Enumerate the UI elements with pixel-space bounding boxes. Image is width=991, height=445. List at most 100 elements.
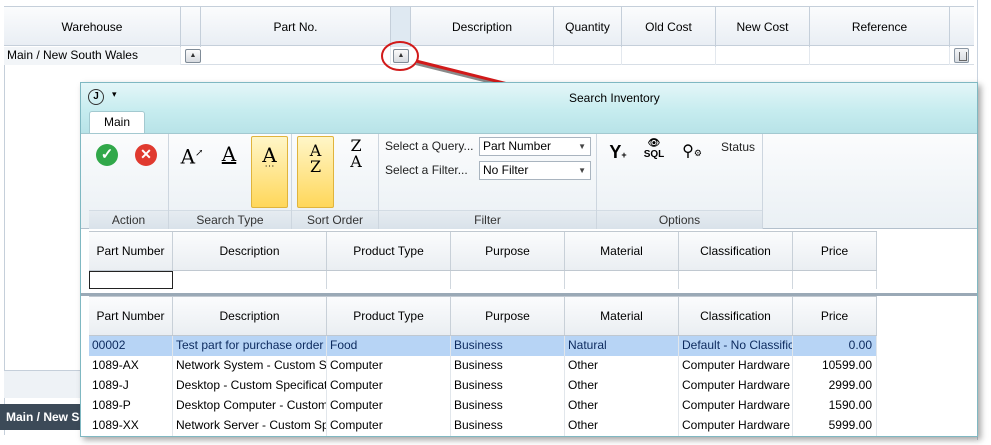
ribbon-tabs: Main	[81, 111, 977, 133]
cell-classification: Default - No Classificati	[679, 336, 793, 356]
group-options: Y+ 👁 SQL ⚲⚙ Status Options	[597, 134, 763, 229]
group-sort-order: AZ ZA Sort Order	[292, 134, 379, 229]
cell-material: Other	[565, 376, 679, 396]
filter-col-description[interactable]: Description	[173, 232, 327, 270]
col-label: Reference	[851, 20, 908, 34]
results-grid-header: Part Number Description Product Type Pur…	[89, 296, 877, 336]
app-logo-icon[interactable]: J	[88, 89, 104, 105]
search-settings-icon[interactable]: ⚲⚙	[679, 140, 705, 166]
cell-description: Desktop Computer - Custom Sp	[173, 396, 327, 416]
col-warehouse[interactable]: Warehouse	[4, 7, 181, 47]
material-filter-input[interactable]	[565, 271, 679, 289]
description-cell[interactable]	[411, 47, 554, 65]
group-label: Options	[597, 210, 762, 229]
col-reference[interactable]: Reference	[810, 7, 950, 47]
col-part-no[interactable]: Part No.	[201, 7, 391, 47]
cancel-icon: ✕	[135, 144, 157, 166]
col-description[interactable]: Description	[173, 297, 327, 335]
quick-access-dropdown-icon[interactable]: ▾	[112, 89, 117, 100]
sql-view-icon: 👁	[647, 138, 661, 149]
part-no-cell[interactable]	[201, 47, 391, 65]
filter-col-product-type[interactable]: Product Type	[327, 232, 451, 270]
col-quantity[interactable]: Quantity	[554, 7, 622, 47]
table-row[interactable]: 1089-J Desktop - Custom Specifications C…	[89, 376, 877, 396]
cell-description: Network System - Custom Specif	[173, 356, 327, 376]
filter-col-part-number[interactable]: Part Number	[89, 232, 173, 270]
classification-filter-input[interactable]	[679, 271, 793, 289]
col-purpose[interactable]: Purpose	[451, 297, 565, 335]
col-gap	[391, 7, 411, 47]
filter-col-price[interactable]: Price	[793, 232, 877, 270]
col-label: Old Cost	[645, 20, 692, 34]
cell-price: 1590.00	[793, 396, 877, 416]
purpose-filter-input[interactable]	[451, 271, 565, 289]
col-gap	[181, 7, 201, 47]
part-lookup-button[interactable]: ▲	[393, 49, 409, 63]
cell-purpose: Business	[451, 336, 565, 356]
part-number-filter-input[interactable]	[89, 271, 173, 289]
warehouse-cell[interactable]: Main / New South Wales	[4, 47, 181, 65]
filter-col-classification[interactable]: Classification	[679, 232, 793, 270]
group-filter: Select a Query... Part Number ▼ Select a …	[379, 134, 597, 229]
filter-col-purpose[interactable]: Purpose	[451, 232, 565, 270]
cell-purpose: Business	[451, 376, 565, 396]
status-button[interactable]: Status	[721, 140, 755, 154]
chevron-down-icon: ▼	[578, 142, 586, 151]
old-cost-cell[interactable]	[622, 47, 716, 65]
col-price[interactable]: Price	[793, 297, 877, 335]
col-new-cost[interactable]: New Cost	[716, 7, 810, 47]
text-grow-icon[interactable]: A↗	[178, 142, 206, 169]
group-label: Sort Order	[292, 210, 378, 229]
cell-product-type: Computer	[327, 416, 451, 436]
new-cost-cell[interactable]	[716, 47, 810, 65]
product-type-filter-input[interactable]	[327, 271, 451, 289]
cell-product-type: Computer	[327, 376, 451, 396]
delete-row-icon[interactable]	[954, 48, 969, 63]
col-label: Quantity	[565, 20, 610, 34]
cancel-button[interactable]: ✕	[135, 144, 161, 170]
col-material[interactable]: Material	[565, 297, 679, 335]
cell-classification: Computer Hardware	[679, 396, 793, 416]
grid-header: Warehouse Part No. Description Quantity …	[4, 6, 974, 47]
cell-purpose: Business	[451, 396, 565, 416]
warehouse-lookup-button[interactable]: ▲	[185, 49, 201, 63]
reference-cell[interactable]	[810, 47, 950, 65]
cell-product-type: Food	[327, 336, 451, 356]
query-label: Select a Query...	[385, 139, 474, 153]
query-select[interactable]: Part Number ▼	[479, 137, 591, 156]
table-row[interactable]: 00002 Test part for purchase order gen F…	[89, 336, 877, 356]
sql-view-button[interactable]: 👁 SQL	[641, 138, 667, 164]
cell-material: Other	[565, 396, 679, 416]
bottom-panel	[4, 370, 84, 398]
table-row[interactable]: 1089-AX Network System - Custom Specif C…	[89, 356, 877, 376]
filter-select[interactable]: No Filter ▼	[479, 161, 591, 180]
col-description[interactable]: Description	[411, 7, 554, 47]
contains-search-button[interactable]: A ⋯	[251, 136, 288, 208]
sort-za-icon[interactable]: ZA	[341, 138, 371, 170]
text-underline-icon[interactable]: A	[215, 142, 243, 168]
col-old-cost[interactable]: Old Cost	[622, 7, 716, 47]
results-grid: Part Number Description Product Type Pur…	[89, 296, 877, 436]
filter-add-icon[interactable]: Y+	[605, 140, 631, 166]
col-label: New Cost	[736, 20, 789, 34]
price-filter-input[interactable]	[793, 271, 877, 289]
cell-part-number: 1089-J	[89, 376, 173, 396]
sort-ascending-button[interactable]: AZ	[297, 136, 334, 208]
col-label: Part No.	[273, 20, 318, 34]
col-part-number[interactable]: Part Number	[89, 297, 173, 335]
quantity-cell[interactable]	[554, 47, 622, 65]
checkmark-icon: ✓	[96, 144, 118, 166]
grid-row[interactable]: Main / New South Wales ▲ ▲	[4, 47, 974, 65]
tab-main[interactable]: Main	[89, 111, 145, 133]
col-product-type[interactable]: Product Type	[327, 297, 451, 335]
table-row[interactable]: 1089-XX Network Server - Custom Specif C…	[89, 416, 877, 436]
col-classification[interactable]: Classification	[679, 297, 793, 335]
group-label: Search Type	[169, 210, 291, 229]
cell-description: Network Server - Custom Specif	[173, 416, 327, 436]
ok-button[interactable]: ✓	[96, 144, 122, 170]
cell-price: 0.00	[793, 336, 877, 356]
table-row[interactable]: 1089-P Desktop Computer - Custom Sp Comp…	[89, 396, 877, 416]
filter-col-material[interactable]: Material	[565, 232, 679, 270]
chevron-down-icon: ▼	[578, 166, 586, 175]
description-filter-input[interactable]	[173, 271, 327, 289]
